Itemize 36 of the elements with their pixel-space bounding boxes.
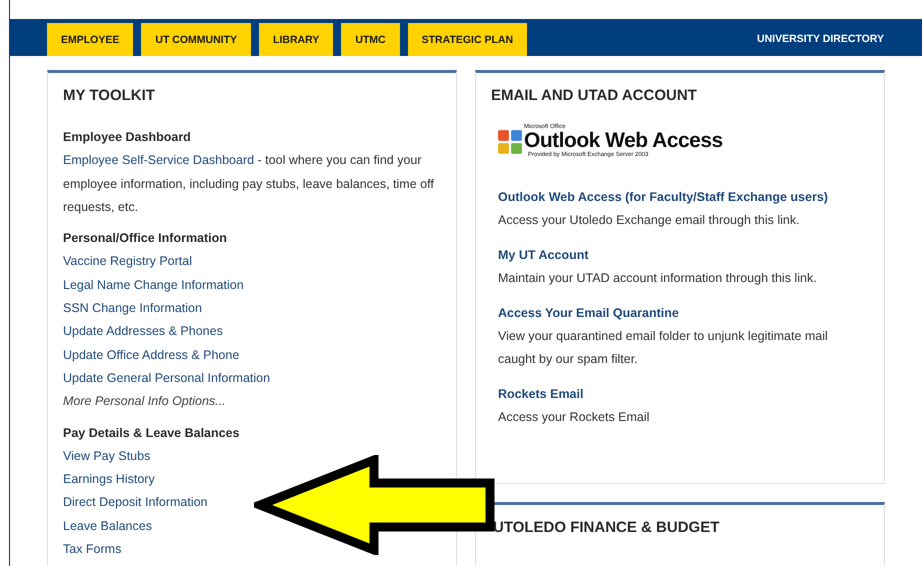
more-link[interactable]: More Personal Info Options...: [63, 390, 226, 414]
toolkit-link[interactable]: Leave Balances: [63, 514, 152, 538]
nav-tab[interactable]: LIBRARY: [259, 23, 334, 56]
nav-tab[interactable]: UTMC: [341, 23, 400, 56]
office-logo-icon: [497, 129, 523, 155]
dashboard-link[interactable]: Employee Self-Service Dashboard: [63, 153, 254, 168]
card-title: MY TOOLKIT: [63, 87, 156, 104]
email-link[interactable]: Access Your Email Quarantine: [498, 302, 679, 325]
email-link[interactable]: Outlook Web Access (for Faculty/Staff Exchange users): [498, 186, 828, 209]
toolkit-link[interactable]: View Pay Stubs: [63, 444, 150, 468]
nav-tab[interactable]: UT COMMUNITY: [141, 23, 252, 56]
description-text: Access your Rockets Email: [498, 409, 650, 426]
toolkit-link[interactable]: Earnings History: [63, 468, 155, 492]
section-heading: Personal/Office Information: [63, 230, 228, 248]
toolkit-link[interactable]: Direct Deposit Information: [63, 491, 208, 515]
card-title: UTOLEDO FINANCE & BUDGET: [493, 519, 720, 536]
nav-tab[interactable]: STRATEGIC PLAN: [408, 23, 528, 56]
card-title: EMAIL AND UTAD ACCOUNT: [491, 87, 698, 104]
section-heading: Employee Dashboard: [63, 129, 192, 146]
toolkit-link[interactable]: Update Addresses & Phones: [63, 320, 223, 344]
toolkit-link[interactable]: Vaccine Registry Portal: [63, 250, 192, 274]
toolkit-link[interactable]: Update Office Address & Phone: [63, 344, 240, 367]
directory-link[interactable]: UNIVERSITY DIRECTORY: [757, 33, 884, 45]
toolkit-link[interactable]: Tax Forms: [63, 538, 122, 562]
email-link[interactable]: My UT Account: [498, 244, 589, 267]
description-text: View your quarantined email folder to unjunk legitimate mail caught by our spam filter.: [498, 328, 829, 368]
toolkit-link[interactable]: SSN Change Information: [63, 297, 202, 320]
description-text: Employee Self-Service Dashboard - tool where you can find your employee information, including pay stubs, leave balances, time off requests, etc.: [63, 152, 435, 216]
toolkit-link[interactable]: Update General Personal Information: [63, 366, 270, 390]
section-heading: Pay Details & Leave Balances: [63, 424, 240, 442]
description-text: Access your Utoledo Exchange email through this link.: [498, 212, 801, 229]
description-text: Maintain your UTAD account information through this link.: [498, 270, 818, 287]
logo-text: Outlook Web Access: [524, 131, 723, 151]
nav-tab[interactable]: EMPLOYEE: [47, 23, 134, 56]
toolkit-link[interactable]: Legal Name Change Information: [63, 274, 244, 298]
email-link[interactable]: Rockets Email: [498, 383, 584, 406]
